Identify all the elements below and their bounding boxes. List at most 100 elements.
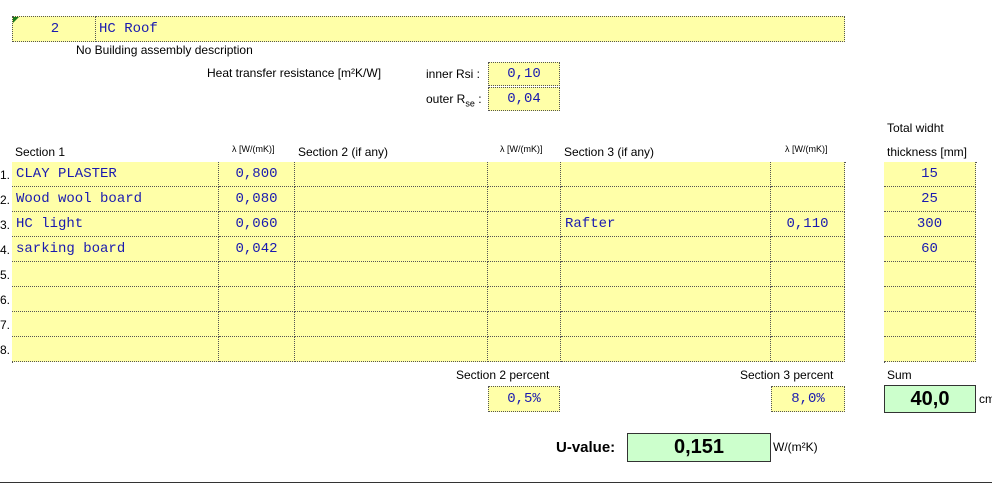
section2-material-cell[interactable] — [295, 287, 488, 312]
section2-lambda-cell[interactable] — [488, 237, 561, 262]
section3-material-cell[interactable] — [561, 312, 771, 337]
sum-field: 40,0 — [884, 385, 976, 413]
section1-material-cell[interactable]: HC light — [12, 212, 219, 237]
section3-lambda-cell[interactable] — [771, 162, 845, 187]
layer-thickness-cell[interactable] — [884, 287, 976, 312]
layer-thickness-cell[interactable]: 25 — [884, 187, 976, 212]
outer-rse-colon: : — [478, 92, 482, 106]
section3-material-cell[interactable] — [561, 237, 771, 262]
section2-material-cell[interactable] — [295, 162, 488, 187]
assembly-name: HC Roof — [99, 21, 158, 37]
section2-lambda-cell[interactable] — [488, 187, 561, 212]
section2-material-cell[interactable] — [295, 262, 488, 287]
outer-rse-value: 0,04 — [507, 91, 541, 107]
section2-lambda-cell[interactable] — [488, 162, 561, 187]
row-number: 8. — [0, 343, 11, 357]
section1-lambda-cell[interactable]: 0,800 — [219, 162, 295, 187]
inner-rsi-label: inner Rsi : — [426, 67, 481, 81]
row-number: 6. — [0, 293, 11, 307]
section2-percent-value: 0,5% — [507, 391, 541, 407]
section1-lambda-cell[interactable] — [219, 262, 295, 287]
section2-material-cell[interactable] — [295, 212, 488, 237]
sum-label: Sum — [887, 368, 912, 382]
section1-lambda-cell[interactable]: 0,042 — [219, 237, 295, 262]
assembly-description: No Building assembly description — [76, 43, 253, 57]
section2-lambda-cell[interactable] — [488, 287, 561, 312]
thickness-header: thickness [mm] — [887, 145, 968, 159]
layer-thickness-cell[interactable] — [884, 262, 976, 287]
section3-material-cell[interactable] — [561, 337, 771, 362]
section1-material-cell[interactable] — [12, 262, 219, 287]
section2-percent-field: 0,5% — [488, 386, 560, 412]
row-number: 4. — [0, 243, 11, 257]
outer-rse-input[interactable]: 0,04 — [488, 87, 560, 111]
section3-material-cell[interactable]: Rafter — [561, 212, 771, 237]
section1-material-cell[interactable] — [12, 337, 219, 362]
section3-lambda-cell[interactable]: 0,110 — [771, 212, 845, 237]
section2-header: Section 2 (if any) — [298, 145, 389, 159]
layer-thickness-cell[interactable] — [884, 337, 976, 362]
outer-rse-label: outer Rse : — [426, 92, 482, 108]
section1-material-cell[interactable]: sarking board — [12, 237, 219, 262]
section1-lambda-cell[interactable] — [219, 287, 295, 312]
row-number: 7. — [0, 318, 11, 332]
section3-lambda-cell[interactable] — [771, 187, 845, 212]
section2-percent-label: Section 2 percent — [456, 368, 550, 382]
row-number: 1. — [0, 168, 11, 182]
section2-lambda-cell[interactable] — [488, 312, 561, 337]
section2-lambda-cell[interactable] — [488, 262, 561, 287]
total-width-header: Total widht — [887, 121, 944, 135]
section1-lambda-cell[interactable] — [219, 337, 295, 362]
row-number: 3. — [0, 218, 11, 232]
section1-material-cell[interactable]: CLAY PLASTER — [12, 162, 219, 187]
section3-percent-field: 8,0% — [771, 386, 845, 412]
section3-header: Section 3 (if any) — [564, 145, 655, 159]
layer-thickness-cell[interactable]: 60 — [884, 237, 976, 262]
heat-resistance-label: Heat transfer resistance [m²K/W] — [207, 66, 382, 80]
section2-lambda-cell[interactable] — [488, 212, 561, 237]
assembly-number-cell[interactable]: 2 — [12, 16, 96, 42]
layer-thickness-cell[interactable]: 15 — [884, 162, 976, 187]
inner-rsi-input[interactable]: 0,10 — [488, 62, 560, 86]
cell-flag-icon — [13, 17, 19, 23]
lambda3-header: λ [W/(mK)] — [785, 144, 828, 154]
sum-unit: cm — [979, 392, 992, 406]
section3-lambda-cell[interactable] — [771, 287, 845, 312]
section1-material-cell[interactable]: Wood wool board — [12, 187, 219, 212]
assembly-name-cell[interactable]: HC Roof — [95, 16, 845, 42]
section3-lambda-cell[interactable] — [771, 337, 845, 362]
outer-rse-subscript: se — [465, 98, 475, 109]
section3-material-cell[interactable] — [561, 262, 771, 287]
u-value-unit: W/(m²K) — [773, 440, 818, 454]
u-value-field: 0,151 — [627, 433, 771, 462]
layer-thickness-cell[interactable] — [884, 312, 976, 337]
section3-percent-label: Section 3 percent — [740, 368, 834, 382]
bottom-divider — [0, 482, 992, 483]
lambda2-header: λ [W/(mK)] — [500, 144, 543, 154]
section3-material-cell[interactable] — [561, 162, 771, 187]
section3-lambda-cell[interactable] — [771, 262, 845, 287]
section3-lambda-cell[interactable] — [771, 237, 845, 262]
section1-lambda-cell[interactable]: 0,080 — [219, 187, 295, 212]
section2-lambda-cell[interactable] — [488, 337, 561, 362]
section1-lambda-cell[interactable] — [219, 312, 295, 337]
section2-material-cell[interactable] — [295, 187, 488, 212]
section3-material-cell[interactable] — [561, 187, 771, 212]
section1-material-cell[interactable] — [12, 312, 219, 337]
u-value-label: U-value: — [556, 439, 616, 456]
assembly-number: 2 — [50, 21, 60, 37]
section1-header: Section 1 — [15, 145, 66, 159]
sum-value: 40,0 — [910, 388, 950, 410]
layer-thickness-cell[interactable]: 300 — [884, 212, 976, 237]
u-value: 0,151 — [673, 436, 725, 458]
section3-material-cell[interactable] — [561, 287, 771, 312]
section1-material-cell[interactable] — [12, 287, 219, 312]
section2-material-cell[interactable] — [295, 312, 488, 337]
section2-material-cell[interactable] — [295, 237, 488, 262]
section1-lambda-cell[interactable]: 0,060 — [219, 212, 295, 237]
inner-rsi-value: 0,10 — [507, 66, 541, 82]
section2-material-cell[interactable] — [295, 337, 488, 362]
row-number: 2. — [0, 193, 11, 207]
section3-lambda-cell[interactable] — [771, 312, 845, 337]
section3-percent-value: 8,0% — [791, 391, 825, 407]
